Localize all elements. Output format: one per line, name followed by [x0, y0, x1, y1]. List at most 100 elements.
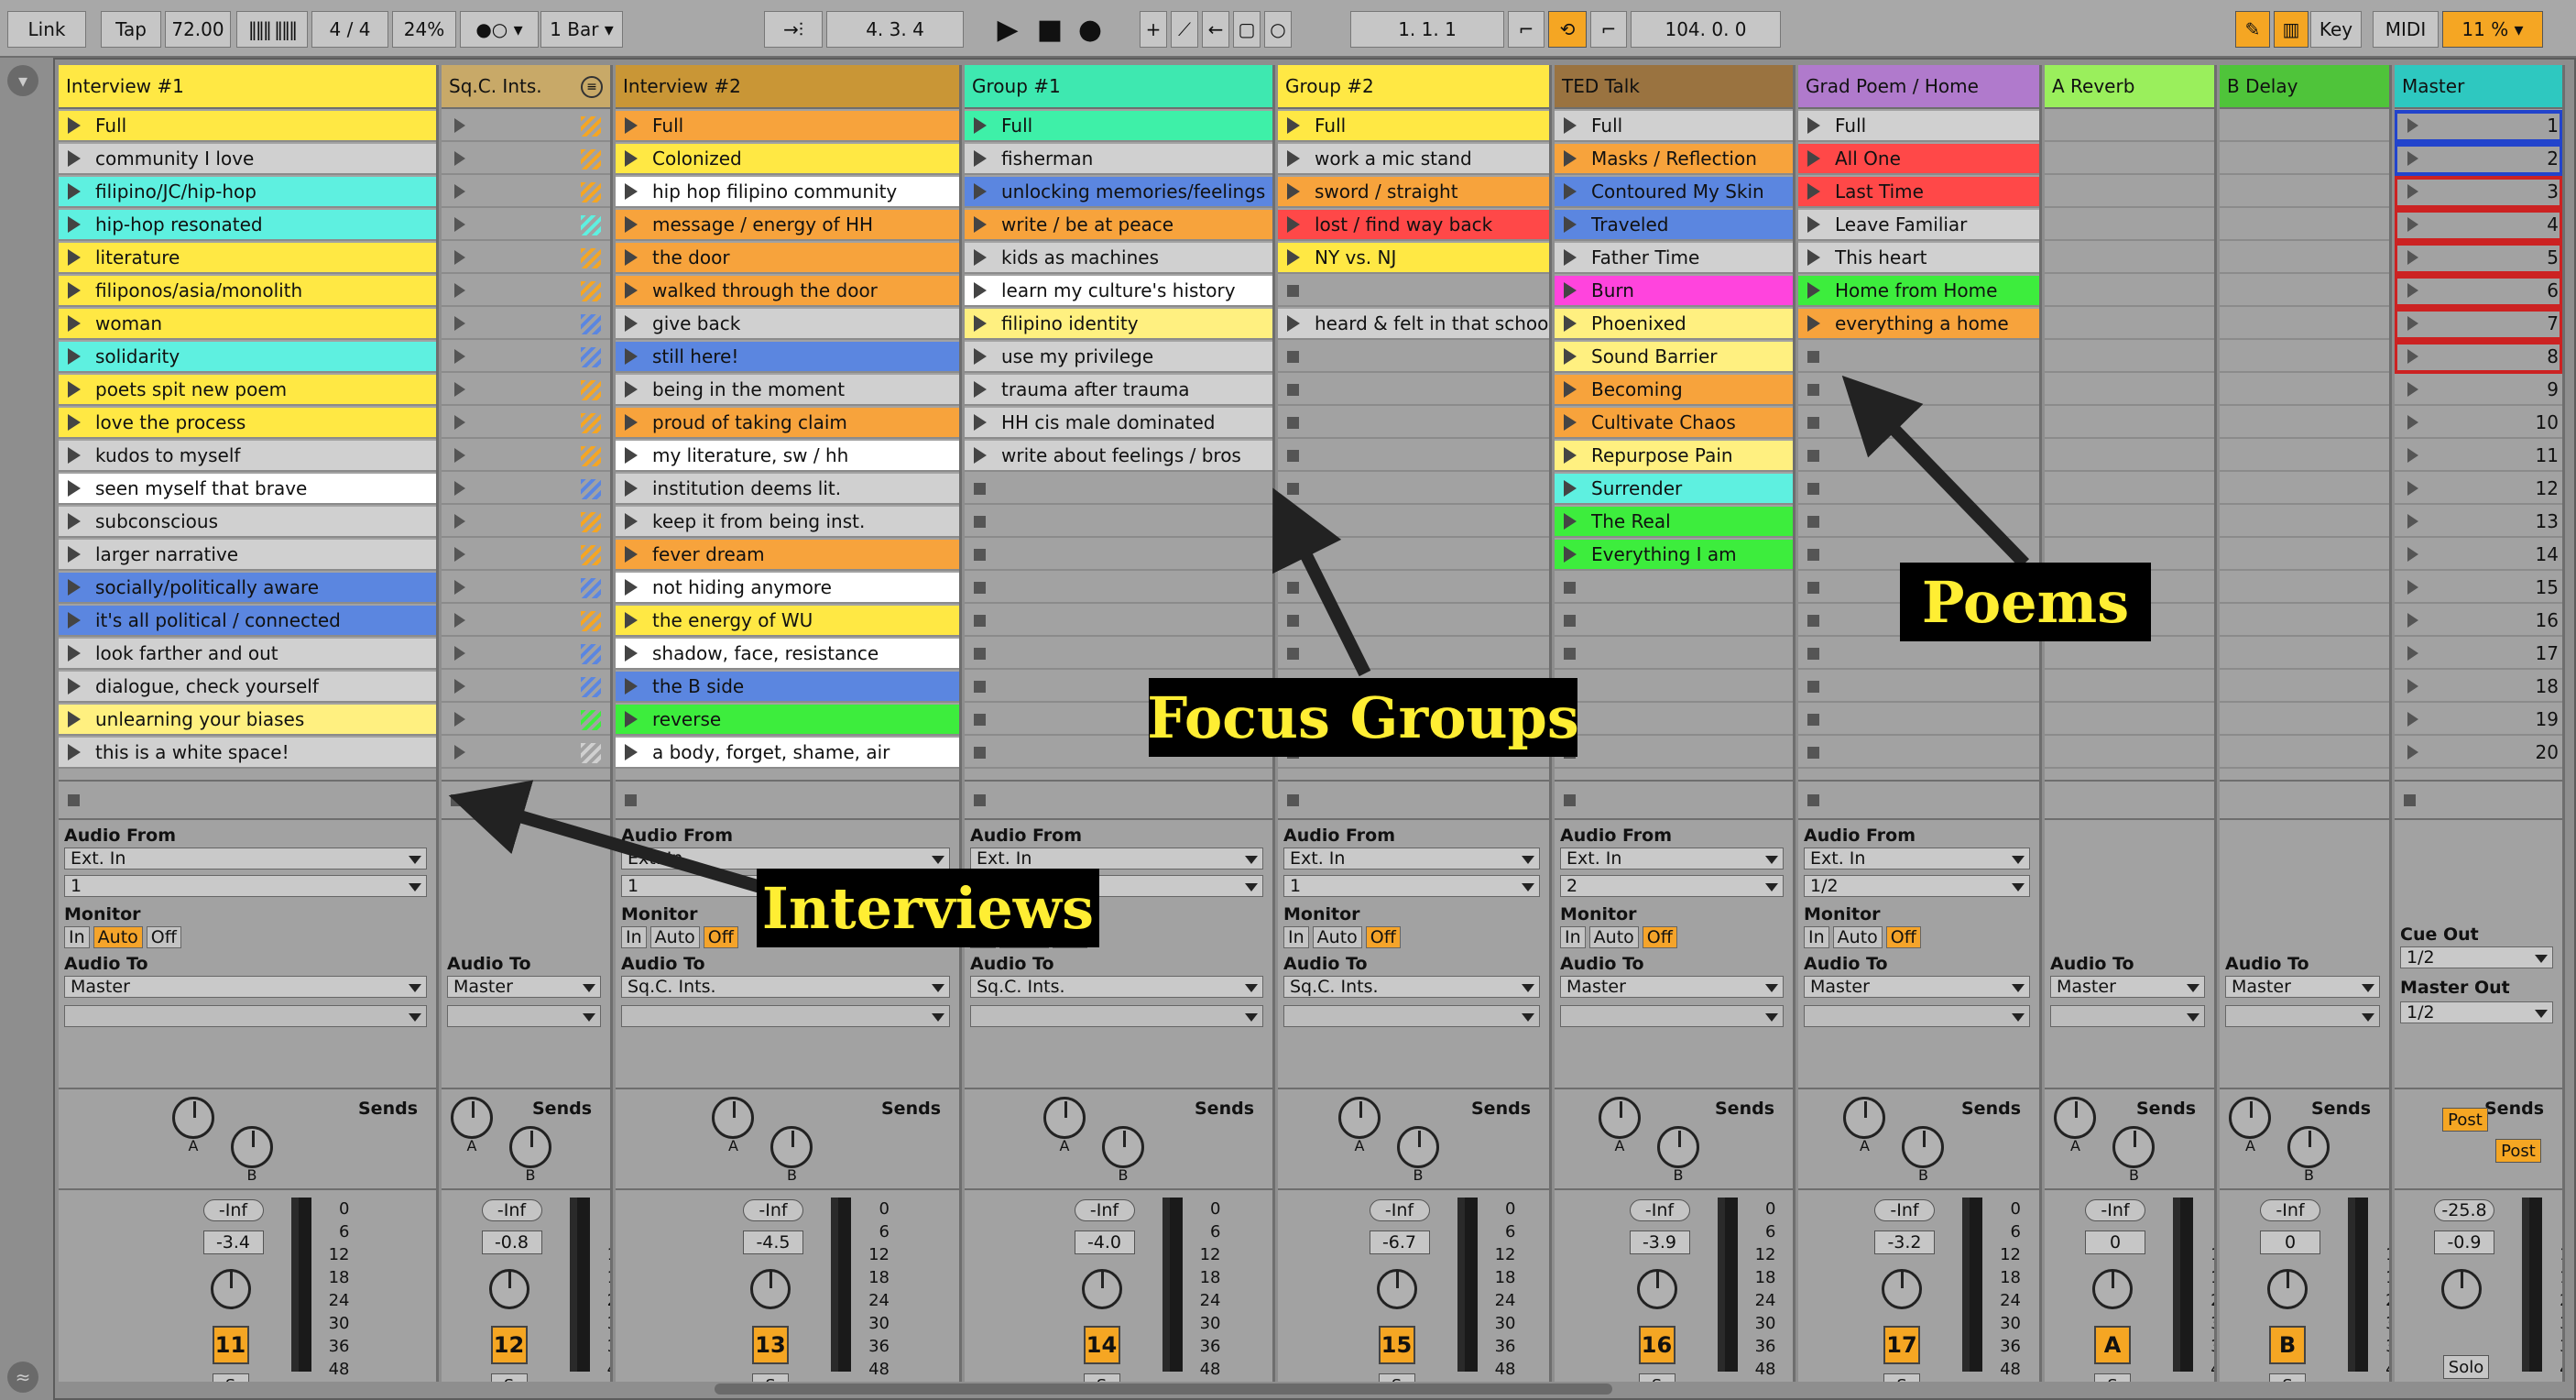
monitor-auto-button[interactable]: Auto [93, 926, 143, 948]
horizontal-scrollbar[interactable] [715, 1384, 1612, 1395]
group-slot[interactable] [442, 639, 610, 670]
track-title[interactable]: Interview #2 [616, 65, 959, 109]
group-fold-icon[interactable]: ≡ [581, 76, 603, 98]
scene-launch-icon[interactable] [2407, 613, 2418, 628]
clip-slot[interactable]: trauma after trauma [965, 375, 1272, 406]
group-slot[interactable] [442, 441, 610, 472]
empty-slot[interactable] [965, 573, 1272, 604]
send-b-knob[interactable] [508, 1126, 551, 1168]
clip-play-icon[interactable] [625, 678, 638, 695]
slot-stop-icon[interactable] [1287, 548, 1299, 561]
scene-launch-icon[interactable] [2407, 217, 2418, 232]
pan-knob[interactable] [210, 1269, 251, 1309]
loop-start-field[interactable]: 1. 1. 1 [1350, 11, 1504, 48]
group-slot[interactable] [442, 342, 610, 373]
volume-field[interactable]: -4.0 [1074, 1230, 1135, 1254]
slot-stop-icon[interactable] [1807, 614, 1819, 627]
clip-slot[interactable]: this is a white space! [59, 738, 436, 769]
group-launch-icon[interactable] [454, 547, 465, 562]
track-activator[interactable]: 16 [1638, 1326, 1675, 1364]
slot-stop-icon[interactable] [974, 482, 986, 495]
group-launch-icon[interactable] [454, 151, 465, 166]
pan-knob[interactable] [750, 1269, 791, 1309]
clip-play-icon[interactable] [1287, 216, 1300, 233]
pan-knob[interactable] [2267, 1269, 2308, 1309]
slot-stop-icon[interactable] [1807, 680, 1819, 693]
send-a-knob[interactable] [2054, 1097, 2096, 1139]
scene-launch[interactable]: 15 [2395, 573, 2562, 604]
group-launch-icon[interactable] [454, 580, 465, 595]
scene-launch[interactable]: 13 [2395, 507, 2562, 538]
empty-slot[interactable] [1278, 474, 1549, 505]
slot-stop-icon[interactable] [1564, 647, 1576, 660]
overdub-icon[interactable]: + [1140, 11, 1167, 48]
clip-play-icon[interactable] [68, 150, 81, 167]
empty-slot[interactable] [1555, 738, 1793, 769]
time-signature[interactable]: 4 / 4 [311, 11, 388, 48]
solo-button[interactable]: S [2269, 1373, 2306, 1382]
slot-stop-icon[interactable] [1287, 482, 1299, 495]
slot-stop-icon[interactable] [1807, 548, 1819, 561]
solo-button[interactable]: S [1378, 1373, 1415, 1382]
clip-play-icon[interactable] [625, 315, 638, 332]
cue-out-select[interactable]: 1/2 [2400, 946, 2553, 968]
clip-play-icon[interactable] [68, 348, 81, 365]
scene-launch[interactable]: 18 [2395, 672, 2562, 703]
midi-map-button[interactable]: MIDI [2373, 11, 2439, 48]
volume-field[interactable]: -3.9 [1629, 1230, 1690, 1254]
empty-slot[interactable] [1798, 639, 2039, 670]
scene-launch[interactable]: 1 [2395, 110, 2562, 143]
pan-knob[interactable] [1081, 1269, 1122, 1309]
back-to-arrangement-icon[interactable]: ← [1202, 11, 1229, 48]
clip-play-icon[interactable] [68, 678, 81, 695]
scene-launch[interactable]: 9 [2395, 375, 2562, 406]
clip-slot[interactable]: larger narrative [59, 540, 436, 571]
scene-launch[interactable]: 14 [2395, 540, 2562, 571]
clip-play-icon[interactable] [974, 381, 987, 398]
clip-play-icon[interactable] [1807, 282, 1820, 299]
quantization-select[interactable]: 1 Bar ▾ [540, 11, 623, 48]
clip-play-icon[interactable] [1287, 315, 1300, 332]
clip-slot[interactable]: dialogue, check yourself [59, 672, 436, 703]
clip-slot[interactable]: being in the moment [616, 375, 959, 406]
audio-from-select[interactable]: Ext. In [621, 848, 950, 870]
clip-play-icon[interactable] [1564, 480, 1577, 497]
clip-slot[interactable]: Home from Home [1798, 276, 2039, 307]
clip-play-icon[interactable] [1564, 513, 1577, 530]
empty-slot[interactable] [1798, 705, 2039, 736]
scene-launch-icon[interactable] [2407, 382, 2418, 397]
group-launch-icon[interactable] [454, 712, 465, 727]
slot-stop-icon[interactable] [1807, 482, 1819, 495]
send-a-knob[interactable] [1843, 1097, 1885, 1139]
clip-slot[interactable]: not hiding anymore [616, 573, 959, 604]
keyboard-icon[interactable]: ▥ [2274, 11, 2309, 48]
clip-slot[interactable]: socially/politically aware [59, 573, 436, 604]
clip-play-icon[interactable] [1807, 249, 1820, 266]
clip-slot[interactable]: Full [965, 111, 1272, 142]
record-icon[interactable]: ● [1072, 11, 1108, 48]
slot-stop-icon[interactable] [974, 713, 986, 726]
solo-button[interactable]: S [1083, 1373, 1120, 1382]
help-view-icon[interactable]: ≈ [7, 1362, 38, 1393]
track-activator[interactable]: 17 [1883, 1326, 1920, 1364]
audio-to-select[interactable]: Sq.C. Ints. [970, 976, 1263, 998]
clip-slot[interactable]: Last Time [1798, 177, 2039, 208]
output-channel-select[interactable] [1283, 1005, 1540, 1027]
audio-to-select[interactable]: Master [1804, 976, 2030, 998]
monitor-off-button[interactable]: Off [1365, 926, 1401, 948]
clip-slot[interactable]: Colonized [616, 144, 959, 175]
clip-play-icon[interactable] [625, 282, 638, 299]
clip-slot[interactable]: institution deems lit. [616, 474, 959, 505]
clip-play-icon[interactable] [68, 183, 81, 200]
audio-to-select[interactable]: Master [2225, 976, 2380, 998]
slot-stop-icon[interactable] [974, 581, 986, 594]
clip-play-icon[interactable] [68, 117, 81, 134]
scene-launch[interactable]: 2 [2395, 143, 2562, 176]
clip-play-icon[interactable] [68, 282, 81, 299]
scene-launch-icon[interactable] [2407, 118, 2418, 133]
clip-slot[interactable]: message / energy of HH [616, 210, 959, 241]
group-launch-icon[interactable] [454, 613, 465, 628]
empty-slot[interactable] [1555, 705, 1793, 736]
clip-play-icon[interactable] [1564, 216, 1577, 233]
monitor-auto-button[interactable]: Auto [1588, 926, 1639, 948]
